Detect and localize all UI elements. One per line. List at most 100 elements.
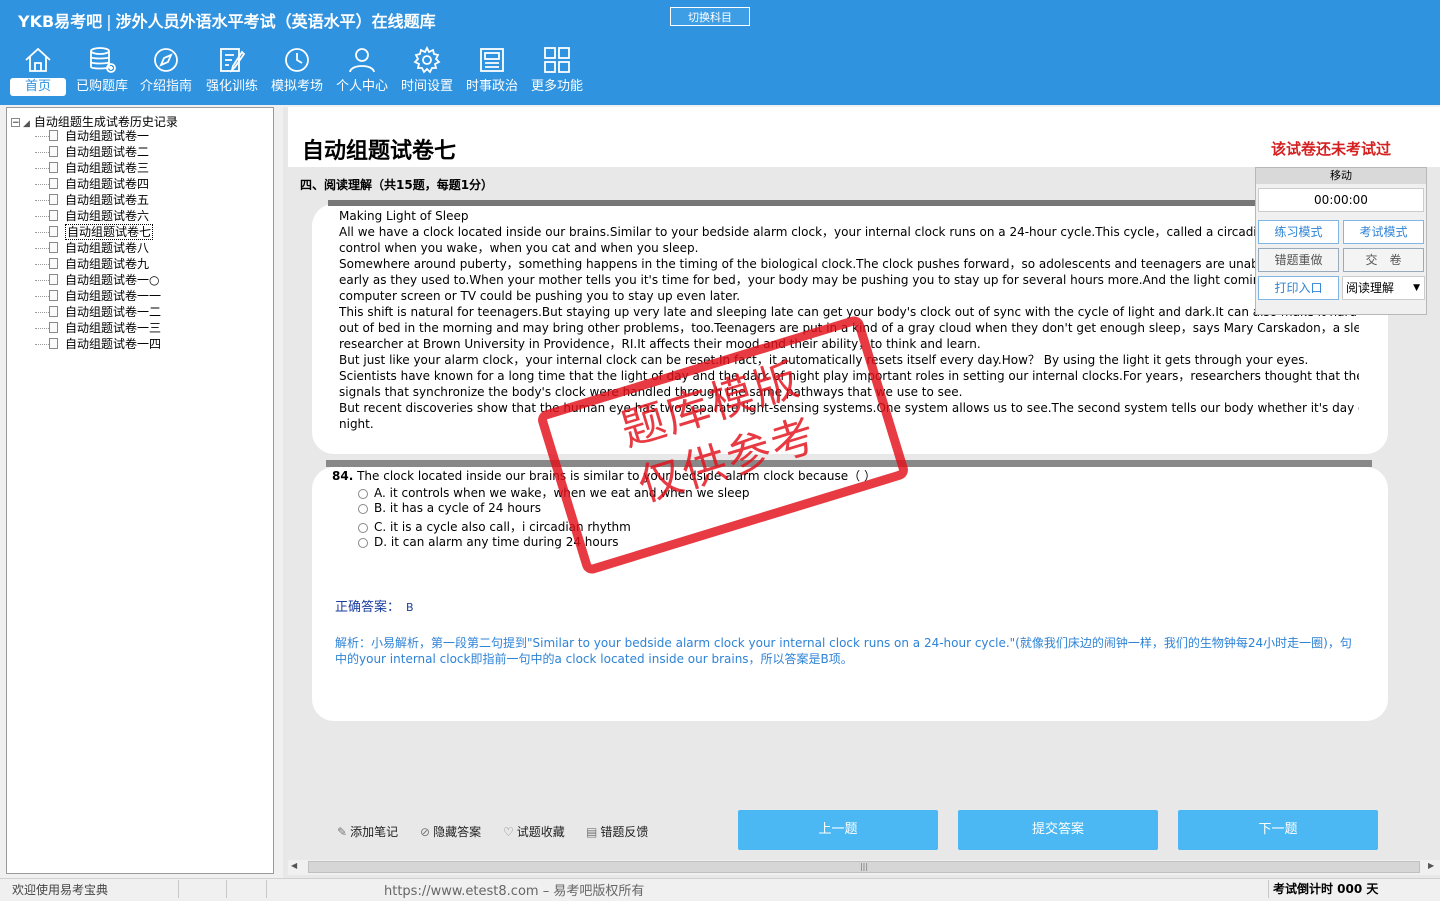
document-icon: [49, 210, 58, 221]
nav-mock-exam[interactable]: 模拟考场: [265, 46, 329, 104]
tool-label: 隐藏答案: [433, 825, 482, 839]
nav-label: 介绍指南: [139, 79, 192, 94]
option-key: C.: [374, 520, 387, 534]
user-icon: [349, 48, 375, 73]
question-type-select[interactable]: 阅读理解 ▼: [1342, 276, 1425, 300]
grid-icon: [544, 47, 570, 73]
collapse-icon[interactable]: −: [11, 118, 20, 128]
print-button[interactable]: 打印入口: [1258, 276, 1339, 300]
nav-label: 时间设置: [400, 79, 453, 94]
tree-item[interactable]: 自动组题试卷一: [35, 128, 161, 144]
radio-button[interactable]: [358, 522, 368, 533]
document-icon: [49, 290, 58, 301]
submit-paper-button[interactable]: 交 卷: [1343, 248, 1424, 272]
passage-line: computer screen or TV could be pushing y…: [339, 289, 741, 303]
tree-item[interactable]: 自动组题试卷八: [35, 240, 161, 256]
option-b[interactable]: B. it has a cycle of 24 hours: [358, 501, 541, 515]
status-divider: [178, 880, 179, 898]
eye-off-icon: ⊘: [420, 825, 431, 839]
document-icon: [49, 258, 58, 269]
favorite-button[interactable]: ♡ 试题收藏: [503, 823, 565, 840]
home-icon: [25, 47, 51, 72]
tool-label: 错题反馈: [600, 825, 649, 839]
passage-line: Making Light of Sleep: [339, 209, 469, 223]
next-question-button[interactable]: 下一题: [1178, 810, 1378, 850]
nav-label: 强化训练: [205, 79, 258, 94]
document-icon: [49, 274, 58, 285]
panel-drag-handle[interactable]: 移动: [1256, 168, 1426, 184]
nav-purchased[interactable]: 已购题库: [70, 46, 134, 104]
status-divider: [226, 880, 227, 898]
passage-line: Somewhere around puberty，something happe…: [339, 257, 1359, 271]
tree-item[interactable]: 自动组题试卷一○: [35, 272, 161, 288]
tree-item[interactable]: 自动组题试卷四: [35, 176, 161, 192]
answer-label: 正确答案：: [335, 600, 401, 615]
tree-list: 自动组题试卷一 自动组题试卷二 自动组题试卷三 自动组题试卷四 自动组题试卷五 …: [35, 128, 161, 352]
tree-root-label: 自动组题生成试卷历史记录: [33, 115, 178, 129]
scroll-right-icon[interactable]: ▶: [1428, 861, 1434, 870]
nav-time-settings[interactable]: 时间设置: [395, 46, 459, 104]
radio-button[interactable]: [358, 488, 368, 499]
radio-button[interactable]: [358, 537, 368, 548]
section-heading: 四、阅读理解（共15题，每题1分）: [300, 178, 494, 192]
app-title: YKB易考吧 | 涉外人员外语水平考试（英语水平）在线题库: [18, 12, 436, 31]
nav-label: 时事政治: [465, 79, 518, 94]
compass-icon: [154, 48, 178, 72]
scrollbar-thumb[interactable]: |||: [308, 861, 1420, 873]
option-key: A.: [374, 486, 386, 500]
title-band: [288, 107, 1440, 167]
practice-mode-button[interactable]: 练习模式: [1258, 220, 1339, 244]
nav-more[interactable]: 更多功能: [525, 46, 589, 104]
nav-home[interactable]: 首页: [6, 46, 70, 104]
tree-item-selected[interactable]: 自动组题试卷七: [35, 224, 161, 240]
question-number: 84.: [332, 469, 354, 483]
exam-status-label: 该试卷还未考试过: [1271, 140, 1392, 158]
redo-wrong-button[interactable]: 错题重做: [1258, 248, 1339, 272]
pencil-icon: ✎: [337, 825, 348, 839]
tree-item[interactable]: 自动组题试卷一一: [35, 288, 161, 304]
document-icon: [49, 146, 58, 157]
app-subtitle: 涉外人员外语水平考试（英语水平）在线题库: [115, 12, 436, 31]
paper-tree-panel: − ◢ 自动组题生成试卷历史记录 自动组题试卷一 自动组题试卷二 自动组题试卷三 自…: [6, 107, 274, 874]
submit-answer-button[interactable]: 提交答案: [958, 810, 1158, 850]
scroll-left-icon[interactable]: ◀: [291, 861, 297, 870]
tree-root-arrow-icon: ◢: [23, 119, 30, 129]
paper-title: 自动组题试卷七: [302, 138, 457, 164]
document-icon: [49, 130, 58, 141]
hide-answer-button[interactable]: ⊘ 隐藏答案: [420, 823, 481, 840]
welcome-text: 欢迎使用易考宝典: [12, 883, 109, 897]
tree-item[interactable]: 自动组题试卷一三: [35, 320, 161, 336]
tree-item[interactable]: 自动组题试卷五: [35, 192, 161, 208]
nav-profile[interactable]: 个人中心: [330, 46, 394, 104]
exam-mode-button[interactable]: 考试模式: [1343, 220, 1424, 244]
radio-button[interactable]: [358, 503, 368, 514]
database-icon: [90, 47, 116, 73]
select-value: 阅读理解: [1346, 281, 1395, 295]
switch-subject-button[interactable]: 切换科目: [670, 7, 750, 26]
tool-label: 添加笔记: [350, 825, 399, 839]
correct-answer: 正确答案： B: [335, 596, 414, 615]
chevron-down-icon: ▼: [1413, 283, 1420, 293]
tree-item[interactable]: 自动组题试卷一二: [35, 304, 161, 320]
add-note-button[interactable]: ✎ 添加笔记: [337, 823, 398, 840]
tree-item[interactable]: 自动组题试卷三: [35, 160, 161, 176]
nav-guide[interactable]: 介绍指南: [134, 46, 198, 104]
elapsed-timer: 00:00:00: [1258, 188, 1424, 212]
option-key: D.: [374, 535, 388, 549]
prev-question-button[interactable]: 上一题: [738, 810, 938, 850]
nav-training[interactable]: 强化训练: [200, 46, 264, 104]
passage-line: All we have a clock located inside our b…: [339, 225, 1359, 239]
feedback-button[interactable]: ▤ 错题反馈: [586, 823, 648, 840]
gear-icon: [413, 46, 441, 74]
tree-item[interactable]: 自动组题试卷六: [35, 208, 161, 224]
option-text: it has a cycle of 24 hours: [389, 501, 541, 515]
tree-item[interactable]: 自动组题试卷二: [35, 144, 161, 160]
answer-explanation: 解析：小易解析，第一段第二句提到"Similar to your bedside…: [335, 636, 1352, 666]
tree-item[interactable]: 自动组题试卷九: [35, 256, 161, 272]
report-icon: ▤: [586, 825, 598, 839]
nav-label: 首页: [10, 78, 66, 96]
passage-divider: [328, 200, 1368, 206]
document-icon: [49, 322, 58, 333]
tree-item[interactable]: 自动组题试卷一四: [35, 336, 161, 352]
nav-current-affairs[interactable]: 时事政治: [460, 46, 524, 104]
